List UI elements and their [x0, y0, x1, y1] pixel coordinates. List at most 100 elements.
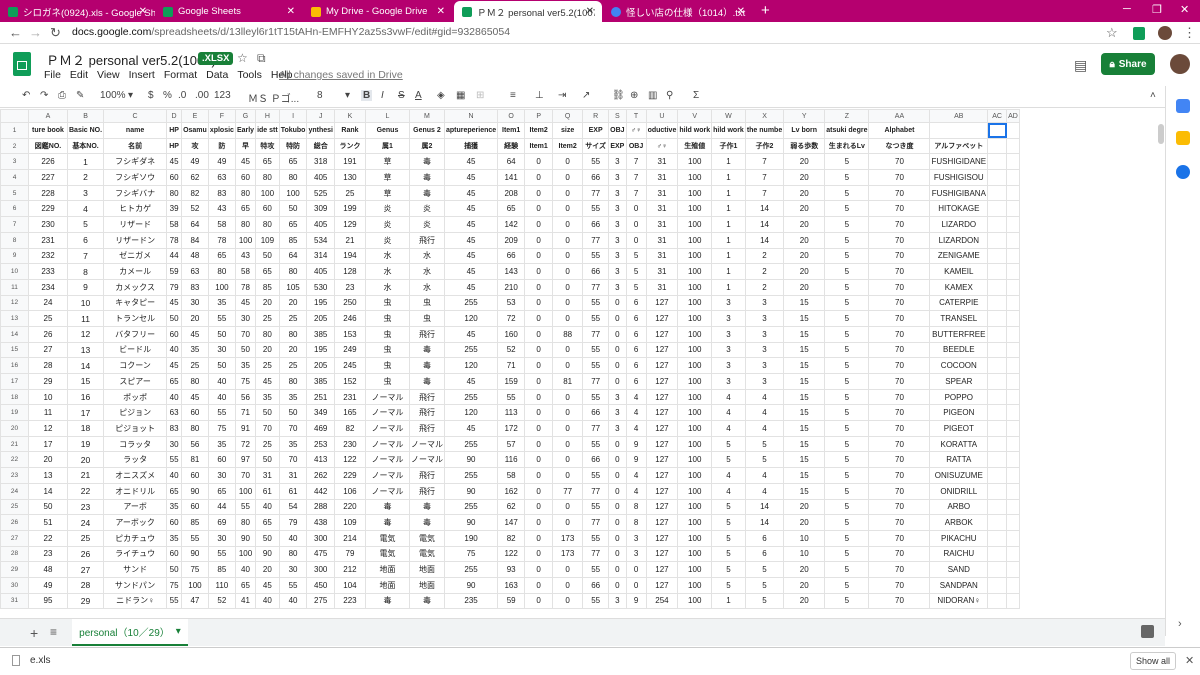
grid-cell[interactable]: 100 — [677, 545, 713, 563]
grid-cell[interactable]: 55 — [582, 341, 610, 359]
grid-cell[interactable]: 413 — [306, 451, 335, 469]
grid-cell[interactable]: 70 — [868, 561, 931, 578]
grid-cell[interactable]: 図鑑NO. — [28, 137, 68, 155]
grid-cell[interactable]: 5 — [824, 357, 870, 374]
grid-cell[interactable]: 49 — [28, 576, 68, 594]
grid-cell[interactable]: 3 — [711, 341, 746, 359]
grid-cell[interactable]: 79 — [333, 545, 366, 563]
row-header[interactable]: 31 — [0, 592, 29, 610]
grid-cell[interactable] — [987, 169, 1008, 186]
grid-cell[interactable]: 142 — [497, 216, 526, 233]
grid-cell[interactable]: TRANSEL — [929, 310, 989, 327]
bold-button[interactable]: B — [361, 90, 373, 101]
grid-cell[interactable]: 13 — [28, 467, 68, 484]
grid-cell[interactable]: 70 — [868, 263, 931, 280]
row-header[interactable]: 10 — [0, 263, 29, 280]
grid-cell[interactable]: 60 — [166, 169, 183, 186]
grid-cell[interactable]: ピカチュウ — [103, 529, 168, 547]
grid-cell[interactable]: 0 — [524, 451, 554, 469]
grid-cell[interactable]: 0 — [524, 529, 554, 547]
column-header[interactable]: AD — [1006, 109, 1020, 123]
row-header[interactable]: 8 — [0, 231, 29, 249]
row-header[interactable]: 6 — [0, 200, 29, 218]
grid-cell[interactable]: 攻 — [181, 137, 209, 155]
grid-cell[interactable] — [987, 122, 1008, 139]
grid-cell[interactable]: 77 — [582, 231, 610, 249]
grid-cell[interactable]: 128 — [333, 263, 366, 280]
grid-cell[interactable]: 70 — [868, 216, 931, 233]
grid-cell[interactable]: 4 — [744, 482, 785, 500]
column-header[interactable]: S — [608, 109, 627, 123]
browser-tab-3[interactable]: My Drive - Google Drive ✕ — [303, 1, 453, 22]
grid-cell[interactable]: 1 — [66, 153, 105, 171]
grid-cell[interactable]: Alphabet — [868, 122, 931, 139]
decrease-decimal-button[interactable]: .0 — [178, 90, 186, 101]
grid-cell[interactable]: 70 — [868, 388, 931, 406]
grid-cell[interactable]: 0 — [608, 482, 627, 500]
grid-cell[interactable] — [987, 498, 1008, 516]
grid-cell[interactable]: 0 — [625, 561, 647, 578]
grid-cell[interactable]: 405 — [306, 169, 335, 186]
grid-cell[interactable]: 炎 — [408, 200, 445, 218]
grid-cell[interactable]: 25 — [278, 310, 308, 327]
row-header[interactable]: 22 — [0, 451, 29, 469]
grid-cell[interactable]: 80 — [255, 325, 280, 343]
grid-cell[interactable]: 251 — [306, 388, 335, 406]
grid-cell[interactable]: 70 — [868, 576, 931, 594]
row-header[interactable]: 2 — [0, 137, 29, 155]
grid-cell[interactable]: 249 — [333, 341, 366, 359]
grid-cell[interactable]: 45 — [234, 153, 257, 171]
grid-cell[interactable]: 15 — [783, 482, 826, 500]
grid-cell[interactable]: 105 — [278, 278, 308, 296]
grid-cell[interactable]: COCOON — [929, 357, 989, 374]
grid-cell[interactable]: 80 — [166, 184, 183, 202]
grid-cell[interactable]: 127 — [645, 373, 679, 390]
grid-cell[interactable]: 127 — [645, 388, 679, 406]
grid-cell[interactable]: 40 — [166, 467, 183, 484]
grid-cell[interactable]: 0 — [552, 310, 584, 327]
grid-cell[interactable]: 4 — [744, 467, 785, 484]
grid-cell[interactable]: 飛行 — [408, 420, 445, 437]
grid-cell[interactable]: 438 — [306, 514, 335, 531]
grid-cell[interactable]: 70 — [868, 545, 931, 563]
grid-cell[interactable]: 5 — [66, 216, 105, 233]
grid-cell[interactable] — [1006, 184, 1020, 202]
grid-cell[interactable]: 385 — [306, 373, 335, 390]
grid-cell[interactable]: 45 — [181, 325, 209, 343]
grid-cell[interactable] — [987, 263, 1008, 280]
grid-cell[interactable]: CATERPIE — [929, 294, 989, 312]
grid-cell[interactable]: 210 — [497, 278, 526, 296]
grid-cell[interactable]: 100 — [677, 514, 713, 531]
grid-cell[interactable]: 40 — [234, 561, 257, 578]
grid-cell[interactable]: 78 — [234, 278, 257, 296]
grid-cell[interactable]: 0 — [524, 498, 554, 516]
grid-cell[interactable]: 捕獲 — [443, 137, 499, 155]
grid-cell[interactable]: 8 — [625, 514, 647, 531]
grid-cell[interactable]: 15 — [783, 388, 826, 406]
menu-file[interactable]: File — [44, 69, 61, 81]
grid-cell[interactable]: 0 — [524, 294, 554, 312]
grid-cell[interactable]: 0 — [552, 263, 584, 280]
grid-cell[interactable]: 55 — [207, 545, 236, 563]
grid-cell[interactable]: 1 — [711, 153, 746, 171]
grid-cell[interactable]: 8 — [625, 498, 647, 516]
grid-cell[interactable]: 77 — [582, 373, 610, 390]
grid-cell[interactable]: 55 — [166, 592, 183, 610]
grid-cell[interactable]: 90 — [181, 482, 209, 500]
spreadsheet-grid[interactable]: A B C D E F G H I J K L M N O P Q R S T U V W X Y Z AA AB AC AD 1 ture … — [0, 109, 1165, 612]
grid-cell[interactable]: 65 — [207, 482, 236, 500]
grid-cell[interactable]: 70 — [868, 498, 931, 516]
grid-cell[interactable]: 4 — [711, 482, 746, 500]
grid-cell[interactable]: 0 — [608, 373, 627, 390]
print-icon[interactable]: ⎙ — [58, 90, 66, 101]
grid-cell[interactable]: 9 — [625, 592, 647, 610]
grid-cell[interactable]: ニドラン♀ — [103, 592, 168, 610]
grid-cell[interactable] — [1006, 122, 1020, 139]
grid-cell[interactable] — [1006, 482, 1020, 500]
grid-cell[interactable]: 127 — [645, 482, 679, 500]
grid-cell[interactable]: 9 — [625, 435, 647, 453]
column-header[interactable]: P — [524, 109, 554, 123]
close-tab-icon[interactable]: ✕ — [139, 6, 147, 17]
browser-menu-icon[interactable]: ⋮ — [1183, 25, 1196, 41]
grid-cell[interactable]: 405 — [306, 263, 335, 280]
